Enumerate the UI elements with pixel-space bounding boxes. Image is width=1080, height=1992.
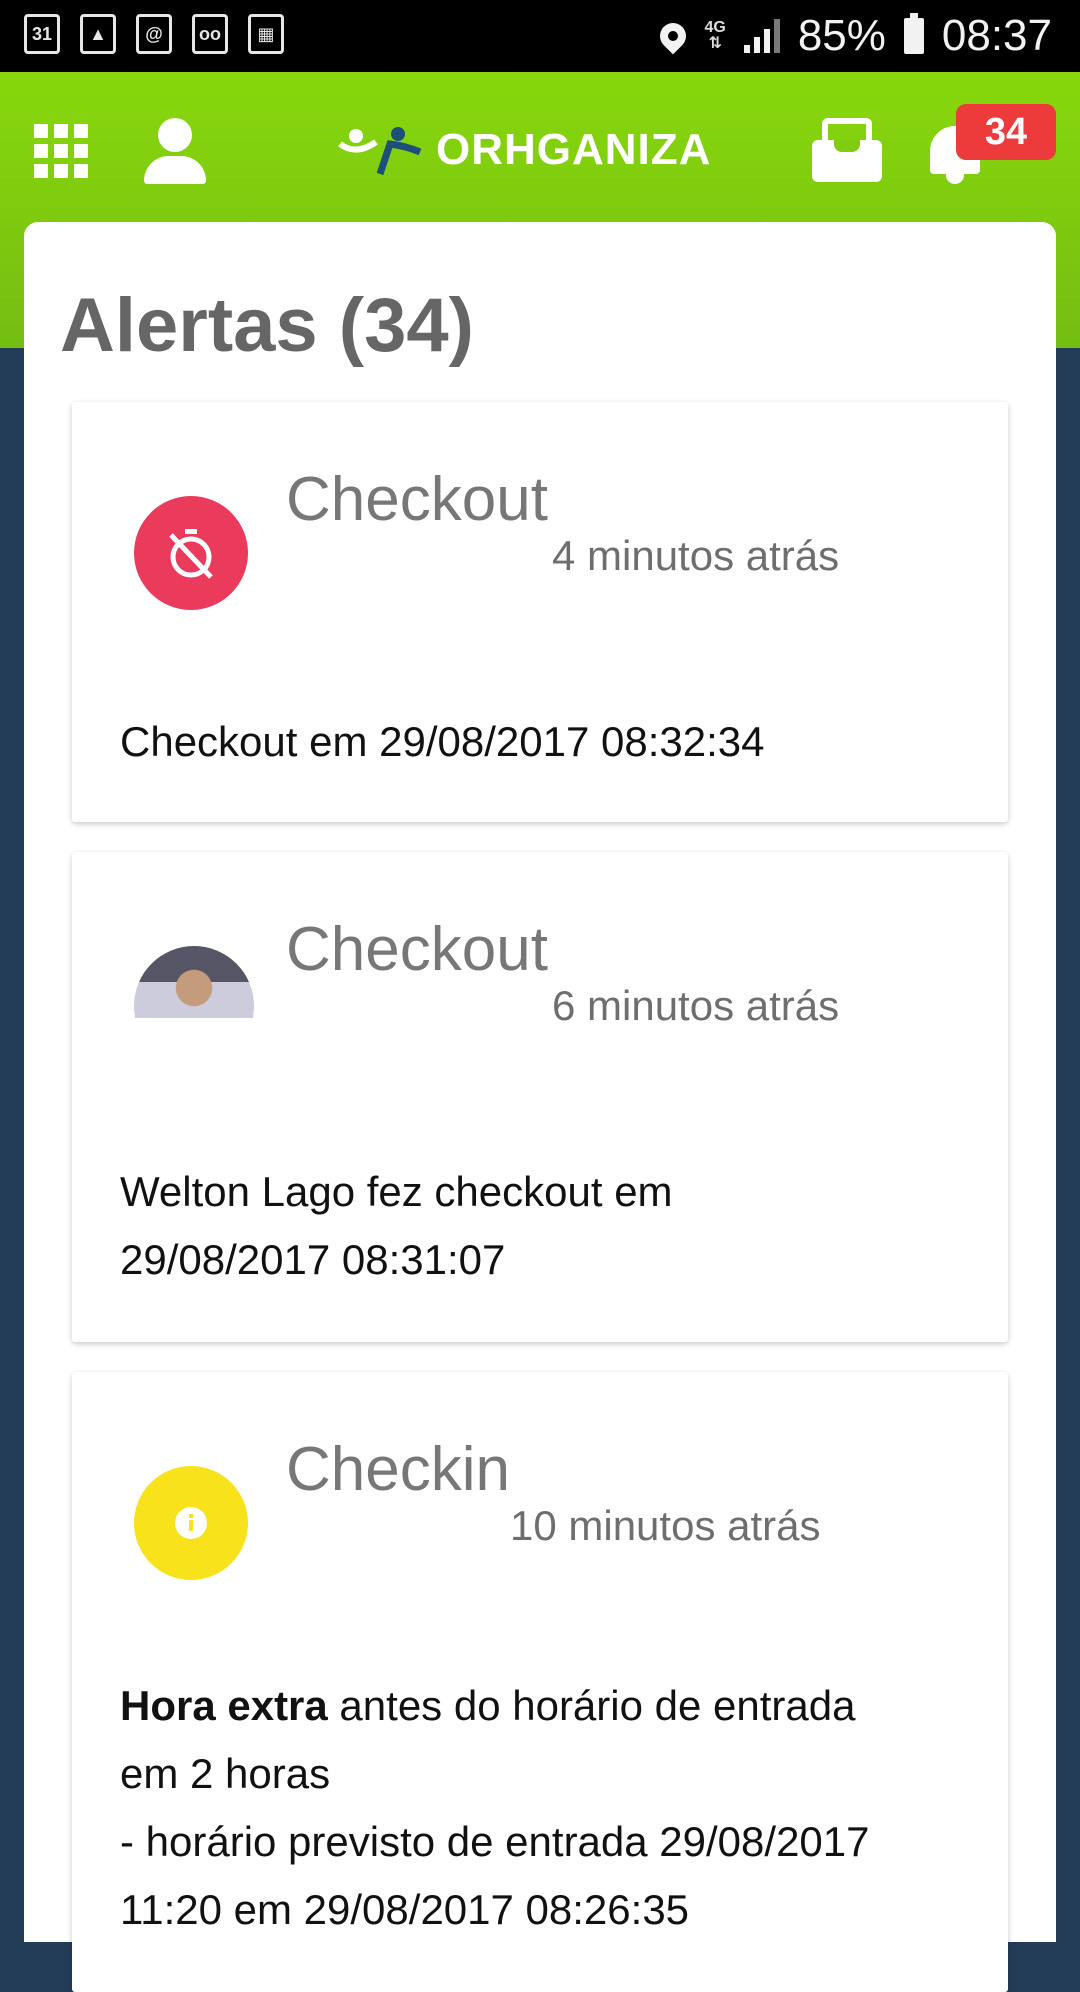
page-title: Alertas (34) <box>60 283 474 368</box>
alert-body-line: Welton Lago fez checkout em <box>120 1168 673 1215</box>
inbox-icon[interactable] <box>812 118 882 182</box>
signal-icon <box>743 19 780 53</box>
alert-body-line: - horário previsto de entrada 29/08/2017 <box>120 1818 870 1865</box>
voicemail-icon: oo <box>192 14 228 54</box>
alert-time: 10 minutos atrás <box>510 1502 821 1549</box>
calendar-grid-icon: ▦ <box>248 14 284 54</box>
notification-icons: 31 ▲ @ oo ▦ <box>24 14 284 54</box>
user-profile-icon[interactable] <box>140 118 210 184</box>
image-icon: ▲ <box>80 14 116 54</box>
timer-off-icon <box>134 496 248 610</box>
alert-body-line: Hora extra antes do horário de entrada <box>120 1672 870 1740</box>
network-type: 4G ⇅ <box>704 19 726 52</box>
email-icon: @ <box>136 14 172 54</box>
notification-count-badge[interactable]: 34 <box>956 104 1056 160</box>
alert-title: Checkout <box>286 915 548 984</box>
alert-body: Welton Lago fez checkout em 29/08/2017 0… <box>120 1158 673 1294</box>
alert-body-line: 29/08/2017 08:31:07 <box>120 1236 506 1283</box>
apps-grid-icon[interactable] <box>34 124 88 178</box>
calendar-icon: 31 <box>24 14 60 54</box>
logo-figure-icon <box>338 127 422 176</box>
alert-title: Checkin <box>286 1435 510 1504</box>
alerts-panel: Alertas (34) Checkout 4 minutos atrás Ch… <box>24 222 1056 1992</box>
alert-card[interactable]: Checkin 10 minutos atrás Hora extra ante… <box>72 1372 1008 1992</box>
logo-text: ORHGANIZA <box>436 125 712 174</box>
avatar <box>134 946 254 1066</box>
alert-body: Hora extra antes do horário de entrada e… <box>120 1672 870 1944</box>
status-bar: 31 ▲ @ oo ▦ 4G ⇅ 85% 08:37 <box>0 0 1080 72</box>
alert-time: 4 minutos atrás <box>552 532 840 579</box>
alert-card[interactable]: Checkout 4 minutos atrás Checkout em 29/… <box>72 402 1008 822</box>
alert-body-line: 11:20 em 29/08/2017 08:26:35 <box>120 1886 690 1933</box>
alert-title: Checkout <box>286 465 548 534</box>
alert-body-text: antes do horário de entrada <box>327 1682 856 1729</box>
alert-body-line: em 2 horas <box>120 1750 331 1797</box>
info-icon <box>134 1466 248 1580</box>
alert-body-emphasis: Hora extra <box>120 1682 328 1729</box>
battery-percent: 85% <box>797 11 886 60</box>
alert-body: Checkout em 29/08/2017 08:32:34 <box>120 718 765 765</box>
clock: 08:37 <box>941 11 1052 60</box>
battery-icon <box>903 13 924 54</box>
alert-time: 6 minutos atrás <box>552 982 840 1029</box>
app-logo: ORHGANIZA <box>336 122 711 178</box>
alert-card[interactable]: Checkout 6 minutos atrás Welton Lago fez… <box>72 852 1008 1342</box>
location-icon <box>655 17 692 55</box>
